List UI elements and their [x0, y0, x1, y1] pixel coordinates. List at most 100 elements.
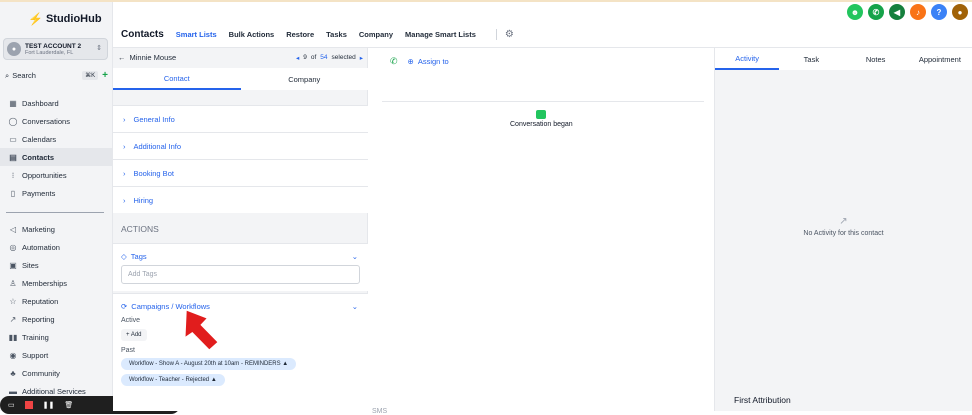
phone-icon[interactable]: ✆	[390, 56, 398, 67]
tags-input[interactable]: Add Tags	[121, 265, 360, 284]
phone-icon[interactable]: ✆	[868, 4, 884, 20]
contact-header: ← Minnie Mouse ◂ 9 of 54 selected ▸	[118, 53, 363, 62]
sidebar-item-memberships[interactable]: ♙ Memberships	[0, 274, 112, 292]
conversation-began: Conversation began	[510, 110, 573, 128]
tab-appointment[interactable]: Appointment	[908, 48, 972, 70]
sidebar-item-conversations[interactable]: ◯ Conversations	[0, 112, 112, 130]
page-title: Contacts	[121, 28, 164, 40]
empty-activity: ↗ No Activity for this contact	[715, 216, 972, 237]
tags-header[interactable]: ◇ Tags ⌄	[113, 244, 368, 261]
section-additional-info[interactable]: › Additional Info	[113, 132, 368, 159]
campaigns-box: ⟳ Campaigns / Workflows ⌄ Active + Add Pas…	[113, 293, 368, 411]
sidebar-item-community[interactable]: ♣ Community	[0, 364, 112, 382]
contact-name: Minnie Mouse	[129, 53, 177, 62]
channel-label[interactable]: SMS	[372, 408, 387, 415]
activity-tabs: Activity Task Notes Appointment	[715, 48, 972, 70]
tab-smart-lists[interactable]: Smart Lists	[176, 30, 217, 39]
megaphone-icon[interactable]: ◀	[889, 4, 905, 20]
chevron-right-icon: ›	[123, 195, 126, 205]
add-workflow-button[interactable]: + Add	[121, 329, 147, 341]
app-logo[interactable]: ⚡ StudioHub	[28, 12, 102, 26]
chevron-right-icon: ›	[123, 168, 126, 178]
sidebar-item-support[interactable]: ◉ Support	[0, 346, 112, 364]
sidebar-item-sites[interactable]: ▣ Sites	[0, 256, 112, 274]
sidebar-item-reporting[interactable]: ↗ Reporting	[0, 310, 112, 328]
bell-icon[interactable]: ♪	[910, 4, 926, 20]
funnel-icon: ⁝	[11, 170, 15, 180]
page-header: Contacts Smart Lists Bulk Actions Restor…	[113, 20, 514, 48]
user-icon[interactable]: ☻	[847, 4, 863, 20]
past-workflow-pill[interactable]: Workflow - Teacher - Rejected ▲	[121, 374, 225, 386]
actions-heading: ACTIONS	[121, 224, 159, 234]
sidebar-item-automation[interactable]: ◎ Automation	[0, 238, 112, 256]
message-icon	[536, 110, 547, 119]
contact-panel: ← Minnie Mouse ◂ 9 of 54 selected ▸ Cont…	[113, 48, 368, 411]
send-icon: ◁	[9, 224, 17, 234]
community-icon: ♣	[10, 368, 16, 378]
avatar[interactable]: ●	[952, 4, 968, 20]
campaigns-header[interactable]: ⟳ Campaigns / Workflows ⌄	[113, 294, 368, 311]
tab-tasks[interactable]: Tasks	[326, 30, 347, 39]
services-icon: ▬	[9, 386, 17, 396]
help-icon[interactable]: ?	[931, 4, 947, 20]
sidebar-item-contacts[interactable]: ▤ Contacts	[0, 148, 112, 166]
tab-notes[interactable]: Notes	[844, 48, 908, 70]
tag-icon: ◇	[121, 252, 127, 261]
book-icon: ▮▮	[8, 332, 18, 342]
section-booking-bot[interactable]: › Booking Bot	[113, 159, 368, 186]
tab-company[interactable]: Company	[359, 30, 393, 39]
chevron-right-icon: ›	[123, 114, 126, 124]
search-button[interactable]: ⌕ Search ⌘K +	[5, 70, 108, 81]
tags-box: ◇ Tags ⌄ Add Tags	[113, 243, 368, 291]
top-accent-line	[0, 0, 972, 2]
tab-activity[interactable]: Activity	[715, 48, 780, 70]
section-general-info[interactable]: › General Info	[113, 105, 368, 132]
activity-chart-icon: ↗	[839, 216, 848, 227]
trash-icon[interactable]: 🗑	[64, 401, 73, 409]
stop-record-icon[interactable]	[24, 401, 33, 409]
tab-manage-smart-lists[interactable]: Manage Smart Lists	[405, 30, 476, 39]
tab-contact[interactable]: Contact	[113, 68, 241, 90]
account-name: TEST ACCOUNT 2	[25, 42, 82, 50]
account-location: Fort Lauderdale, FL	[25, 49, 74, 56]
sidebar-item-dashboard[interactable]: ▦ Dashboard	[0, 94, 112, 112]
back-arrow-icon[interactable]: ←	[118, 53, 126, 62]
red-arrow-annotation	[185, 310, 218, 350]
sites-icon: ▣	[9, 260, 17, 270]
conversation-divider	[382, 101, 704, 102]
sidebar-item-opportunities[interactable]: ⁝ Opportunities	[0, 166, 112, 184]
workflow-icon: ⟳	[121, 302, 128, 311]
sidebar-item-calendars[interactable]: ▭ Calendars	[0, 130, 112, 148]
sidebar-item-payments[interactable]: ▯ Payments	[0, 184, 112, 202]
gear-icon[interactable]: ⚙	[495, 28, 514, 40]
conversation-panel: ✆ ⊕ Assign to Conversation began SMS	[368, 48, 714, 415]
plus-circle-icon: ⊕	[407, 57, 414, 66]
alert-icon: ▲	[282, 361, 289, 367]
pause-icon[interactable]: ❚❚	[43, 401, 55, 409]
chat-icon: ◯	[8, 116, 18, 126]
tab-task[interactable]: Task	[779, 48, 843, 70]
sidebar-item-reputation[interactable]: ☆ Reputation	[0, 292, 112, 310]
tab-company-info[interactable]: Company	[241, 68, 369, 90]
account-switcher[interactable]: ● TEST ACCOUNT 2 Fort Lauderdale, FL ⇕	[3, 38, 108, 60]
payments-icon: ▯	[10, 188, 16, 198]
assign-to-button[interactable]: ✆ ⊕ Assign to	[390, 56, 449, 67]
tab-bulk-actions[interactable]: Bulk Actions	[229, 30, 275, 39]
contact-pager: ◂ 9 of 54 selected ▸	[295, 54, 363, 62]
contacts-icon: ▤	[9, 152, 17, 162]
support-icon: ◉	[9, 350, 17, 360]
camera-icon[interactable]: ▭	[8, 401, 15, 409]
quick-add-icon[interactable]: +	[102, 70, 108, 81]
sidebar-item-training[interactable]: ▮▮ Training	[0, 328, 112, 346]
activity-panel: Activity Task Notes Appointment ↗ No Act…	[715, 48, 972, 411]
tab-restore[interactable]: Restore	[286, 30, 314, 39]
chevron-right-icon: ›	[123, 141, 126, 151]
section-hiring[interactable]: › Hiring	[113, 186, 368, 213]
automation-icon: ◎	[9, 242, 17, 252]
account-avatar-icon: ●	[7, 42, 21, 56]
next-contact-icon[interactable]: ▸	[360, 54, 363, 62]
past-workflow-pill[interactable]: Workflow - Show A - August 20th at 10am …	[121, 358, 297, 370]
sidebar: ⚡ StudioHub ● TEST ACCOUNT 2 Fort Lauderd…	[0, 2, 113, 411]
sidebar-item-marketing[interactable]: ◁ Marketing	[0, 220, 112, 238]
prev-contact-icon[interactable]: ◂	[296, 54, 299, 62]
